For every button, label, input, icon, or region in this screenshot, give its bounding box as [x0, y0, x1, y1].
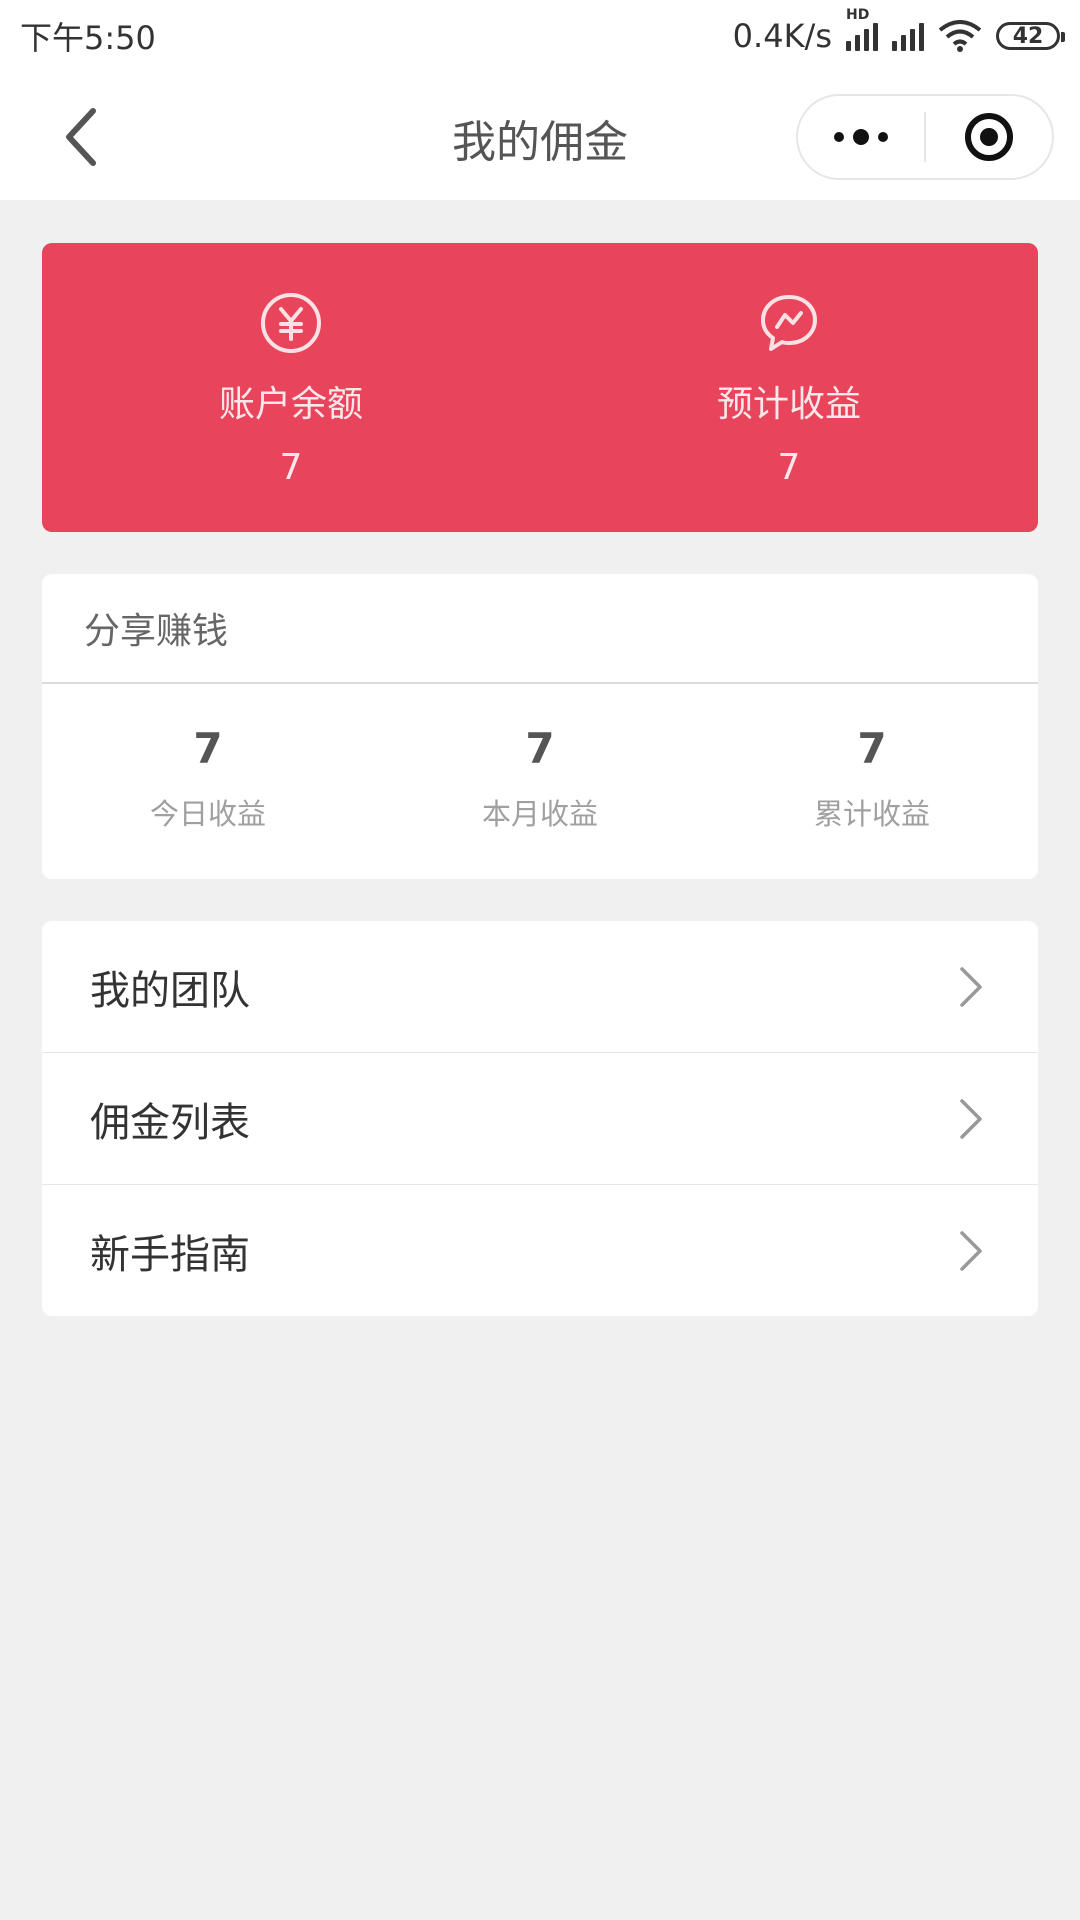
menu-item-commission-list[interactable]: 佣金列表: [42, 1053, 1038, 1185]
mini-program-capsule: [796, 94, 1054, 180]
wifi-icon: [938, 20, 982, 52]
stat-total: 7 累计收益: [706, 684, 1038, 879]
target-close-icon: [965, 113, 1013, 161]
more-dots-icon: [834, 129, 888, 145]
stat-month: 7 本月收益: [374, 684, 706, 879]
network-type-label: HD: [846, 7, 870, 23]
stat-value: 7: [525, 724, 555, 773]
stat-value: 7: [193, 724, 223, 773]
chevron-right-icon: [960, 966, 982, 1007]
share-earn-card: 分享赚钱 7 今日收益 7 本月收益 7 累计收益: [42, 574, 1038, 879]
hd-signal-icon: HD: [846, 7, 878, 51]
chevron-right-icon: [960, 1098, 982, 1139]
network-speed: 0.4K/s: [732, 17, 832, 55]
battery-icon: 42: [996, 22, 1065, 50]
menu-item-beginner-guide[interactable]: 新手指南: [42, 1185, 1038, 1316]
share-earn-title: 分享赚钱: [42, 574, 1038, 684]
account-balance[interactable]: 账户余额 7: [42, 243, 540, 532]
menu-item-label: 新手指南: [90, 1232, 250, 1278]
nav-bar: 我的佣金: [0, 72, 1080, 200]
signal-icon: [892, 21, 924, 51]
menu-list: 我的团队 佣金列表 新手指南: [42, 921, 1038, 1316]
menu-item-label: 我的团队: [90, 967, 250, 1014]
status-indicators: 0.4K/s HD 42: [732, 7, 1065, 55]
close-button[interactable]: [926, 96, 1052, 178]
stat-value: 7: [857, 724, 887, 773]
stat-today: 7 今日收益: [42, 684, 374, 879]
estimated-income-value: 7: [777, 447, 801, 488]
stat-label: 累计收益: [813, 797, 930, 831]
estimated-income[interactable]: 预计收益 7: [540, 243, 1038, 532]
stat-label: 本月收益: [481, 797, 598, 831]
estimated-income-label: 预计收益: [716, 384, 861, 425]
status-time: 下午5:50: [20, 19, 156, 57]
account-balance-value: 7: [279, 447, 303, 488]
battery-level: 42: [1012, 23, 1044, 49]
balance-card: 账户余额 7 预计收益 7: [42, 243, 1038, 532]
menu-item-label: 佣金列表: [90, 1099, 250, 1146]
chat-trend-icon: [761, 295, 817, 351]
menu-item-my-team[interactable]: 我的团队: [42, 921, 1038, 1053]
status-bar: 下午5:50 0.4K/s HD 42: [0, 0, 1080, 72]
earnings-stats: 7 今日收益 7 本月收益 7 累计收益: [42, 684, 1038, 879]
account-balance-label: 账户余额: [218, 384, 363, 425]
chevron-right-icon: [960, 1231, 982, 1271]
stat-label: 今日收益: [149, 797, 266, 831]
yuan-icon: [261, 293, 321, 353]
more-button[interactable]: [798, 96, 924, 178]
